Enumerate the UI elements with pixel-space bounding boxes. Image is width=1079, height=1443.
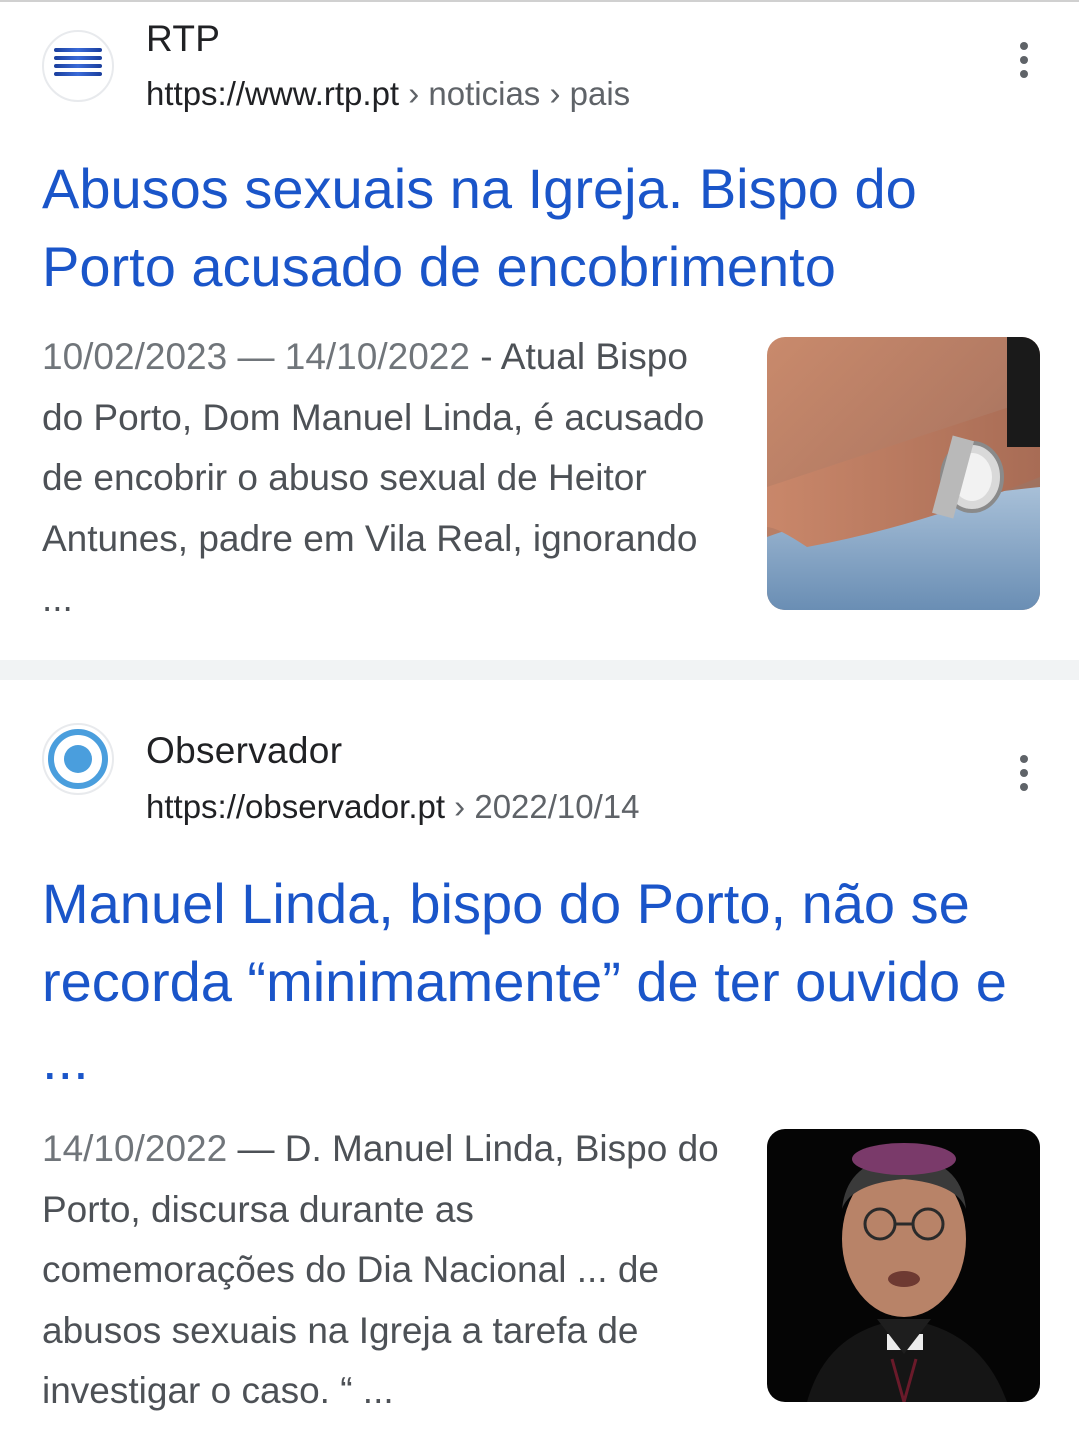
url-base: https://www.rtp.pt — [146, 75, 400, 112]
observador-favicon[interactable] — [42, 723, 114, 795]
snippet-text: — D. Manuel Linda, Bispo do Porto, discu… — [42, 1128, 719, 1411]
url-breadcrumb: › noticias › pais — [399, 75, 631, 112]
site-name[interactable]: RTP — [146, 18, 220, 60]
more-options-icon[interactable] — [1004, 748, 1044, 798]
result-title-link[interactable]: Abusos sexuais na Igreja. Bispo do Porto… — [42, 150, 1052, 306]
result-url[interactable]: https://www.rtp.pt › noticias › pais — [146, 75, 630, 113]
result-date: 14/10/2022 — [42, 1128, 228, 1169]
result-thumbnail[interactable] — [767, 1129, 1040, 1402]
result-snippet: 14/10/2022 — D. Manuel Linda, Bispo do P… — [42, 1119, 732, 1422]
site-name[interactable]: Observador — [146, 730, 342, 772]
hand-with-wristwatch-photo — [767, 337, 1040, 610]
url-base: https://observador.pt — [146, 788, 446, 825]
url-breadcrumb: › 2022/10/14 — [445, 788, 640, 825]
result-title-link[interactable]: Manuel Linda, bispo do Porto, não se rec… — [42, 865, 1052, 1099]
rtp-logo-icon — [54, 48, 102, 84]
search-result-rtp: RTP https://www.rtp.pt › noticias › pais… — [0, 0, 1079, 660]
result-thumbnail[interactable] — [767, 337, 1040, 610]
result-snippet: 10/02/2023 — 14/10/2022 - Atual Bispo do… — [42, 327, 732, 630]
more-options-icon[interactable] — [1004, 35, 1044, 85]
result-url[interactable]: https://observador.pt › 2022/10/14 — [146, 788, 640, 826]
bishop-portrait-photo — [767, 1129, 1040, 1402]
observador-logo-icon — [48, 729, 108, 789]
result-date: 10/02/2023 — 14/10/2022 — [42, 336, 470, 377]
snippet-text: - Atual Bispo do Porto, Dom Manuel Linda… — [42, 336, 705, 619]
search-result-observador: Observador https://observador.pt › 2022/… — [0, 680, 1079, 1443]
result-divider — [0, 660, 1079, 680]
rtp-favicon[interactable] — [42, 30, 114, 102]
